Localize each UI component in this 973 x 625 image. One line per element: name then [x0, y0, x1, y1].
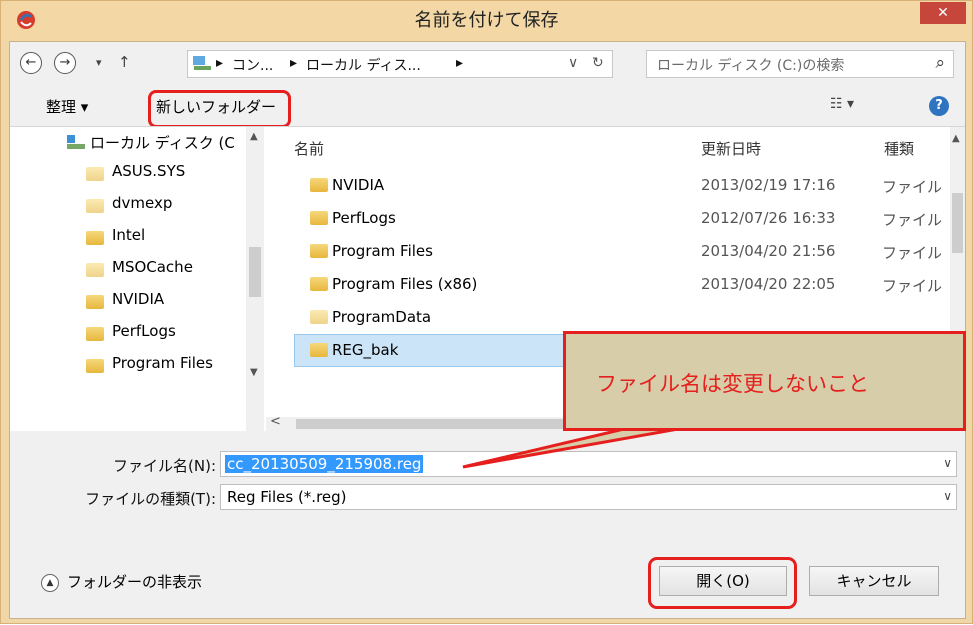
annotation-callout: ファイル名は変更しないこと	[563, 331, 966, 431]
cancel-button[interactable]: キャンセル	[809, 566, 939, 596]
callout-text: ファイル名は変更しないこと	[596, 372, 869, 396]
callout-pointer	[462, 423, 702, 469]
hide-folders-icon[interactable]: ▲	[41, 574, 59, 592]
hide-folders-toggle[interactable]: フォルダーの非表示	[67, 571, 202, 592]
open-button-highlight	[648, 557, 797, 609]
save-dialog: 名前を付けて保存 ✕ ← → ▾ ↑ ▸ コン... ▸ ローカル ディス...…	[0, 0, 973, 624]
